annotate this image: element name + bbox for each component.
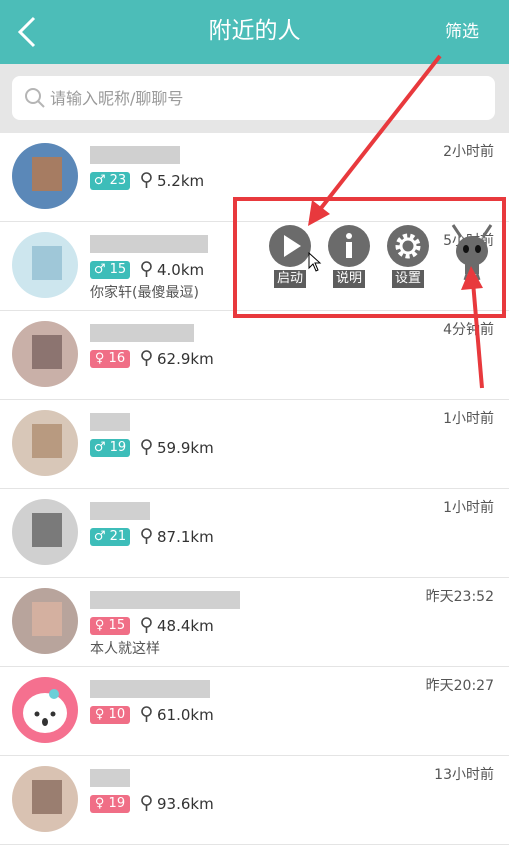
distance: 5.2km (140, 170, 204, 192)
info-label: 说明 (332, 270, 365, 288)
distance-text: 4.0km (157, 261, 205, 279)
nickname-blurred (90, 235, 208, 253)
nickname-blurred (90, 324, 194, 342)
search-input[interactable] (50, 76, 480, 120)
bug-mascot-icon[interactable] (447, 223, 497, 281)
nickname-blurred (90, 591, 240, 609)
gender-age-badge: ♂ 21 (90, 528, 130, 546)
distance-text: 93.6km (157, 795, 214, 813)
location-pin-icon (141, 617, 152, 633)
distance: 93.6km (140, 793, 214, 815)
distance: 61.0km (140, 704, 214, 726)
avatar[interactable] (12, 766, 78, 832)
gender-age-badge: ♂ 15 (90, 261, 130, 279)
distance: 59.9km (140, 437, 214, 459)
distance: 62.9km (140, 348, 214, 370)
distance: 48.4km (140, 615, 214, 637)
location-pin-icon (141, 528, 152, 544)
distance-text: 5.2km (157, 172, 205, 190)
location-pin-icon (141, 439, 152, 455)
last-active-time: 昨天20:27 (425, 678, 494, 694)
avatar[interactable] (12, 588, 78, 654)
nickname-blurred (90, 502, 150, 520)
signature: 本人就这样 (90, 641, 160, 657)
search-box[interactable] (12, 76, 495, 120)
user-row[interactable]: ♀ 10 61.0km 昨天20:27 (0, 667, 509, 756)
cartoon-avatar-icon (23, 689, 67, 733)
distance-text: 59.9km (157, 439, 214, 457)
nickname-blurred (90, 680, 210, 698)
nickname-blurred (90, 413, 130, 431)
last-active-time: 13小时前 (434, 767, 494, 783)
distance-text: 61.0km (157, 706, 214, 724)
start-label: 启动 (273, 270, 306, 288)
gender-age-badge: ♀ 10 (90, 706, 130, 724)
gear-icon (395, 233, 421, 259)
last-active-time: 1小时前 (443, 500, 494, 516)
signature: 你家轩(最傻最逗) (90, 285, 199, 301)
user-row[interactable]: ♀ 15 48.4km 本人就这样 昨天23:52 (0, 578, 509, 667)
gender-age-badge: ♂ 19 (90, 439, 130, 457)
avatar[interactable] (12, 143, 78, 209)
title-bar: 附近的人 筛选 (0, 0, 509, 64)
gender-age-badge: ♀ 15 (90, 617, 130, 635)
last-active-time: 1小时前 (443, 411, 494, 427)
page-title: 附近的人 (208, 18, 301, 44)
avatar[interactable] (12, 410, 78, 476)
user-row[interactable]: ♀ 19 93.6km 13小时前 (0, 756, 509, 845)
play-icon (284, 235, 301, 257)
avatar[interactable] (12, 232, 78, 298)
location-pin-icon (141, 795, 152, 811)
distance-text: 87.1km (157, 528, 214, 546)
avatar[interactable] (12, 499, 78, 565)
last-active-time: 2小时前 (443, 144, 494, 160)
location-pin-icon (141, 172, 152, 188)
location-pin-icon (141, 706, 152, 722)
filter-button[interactable]: 筛选 (445, 19, 479, 45)
search-bar (0, 64, 509, 133)
distance: 87.1km (140, 526, 214, 548)
info-button[interactable]: 说明 (327, 225, 371, 288)
mouse-cursor-icon (308, 252, 322, 272)
info-icon (346, 233, 352, 258)
avatar[interactable] (12, 677, 78, 743)
floating-control-panel: 启动 说明 设置 (233, 197, 506, 318)
last-active-time: 昨天23:52 (425, 589, 494, 605)
distance-text: 62.9km (157, 350, 214, 368)
gender-age-badge: ♂ 23 (90, 172, 130, 190)
avatar[interactable] (12, 321, 78, 387)
user-row[interactable]: ♀ 16 62.9km 4分钟前 (0, 311, 509, 400)
nickname-blurred (90, 769, 130, 787)
settings-label: 设置 (391, 270, 424, 288)
distance-text: 48.4km (157, 617, 214, 635)
settings-button[interactable]: 设置 (386, 225, 430, 288)
search-icon (25, 88, 45, 108)
distance: 4.0km (140, 259, 204, 281)
location-pin-icon (141, 350, 152, 366)
gender-age-badge: ♀ 16 (90, 350, 130, 368)
user-row[interactable]: ♂ 21 87.1km 1小时前 (0, 489, 509, 578)
gender-age-badge: ♀ 19 (90, 795, 130, 813)
nickname-blurred (90, 146, 180, 164)
location-pin-icon (141, 261, 152, 277)
last-active-time: 4分钟前 (443, 322, 494, 338)
user-row[interactable]: ♂ 19 59.9km 1小时前 (0, 400, 509, 489)
start-button[interactable]: 启动 (268, 225, 312, 288)
